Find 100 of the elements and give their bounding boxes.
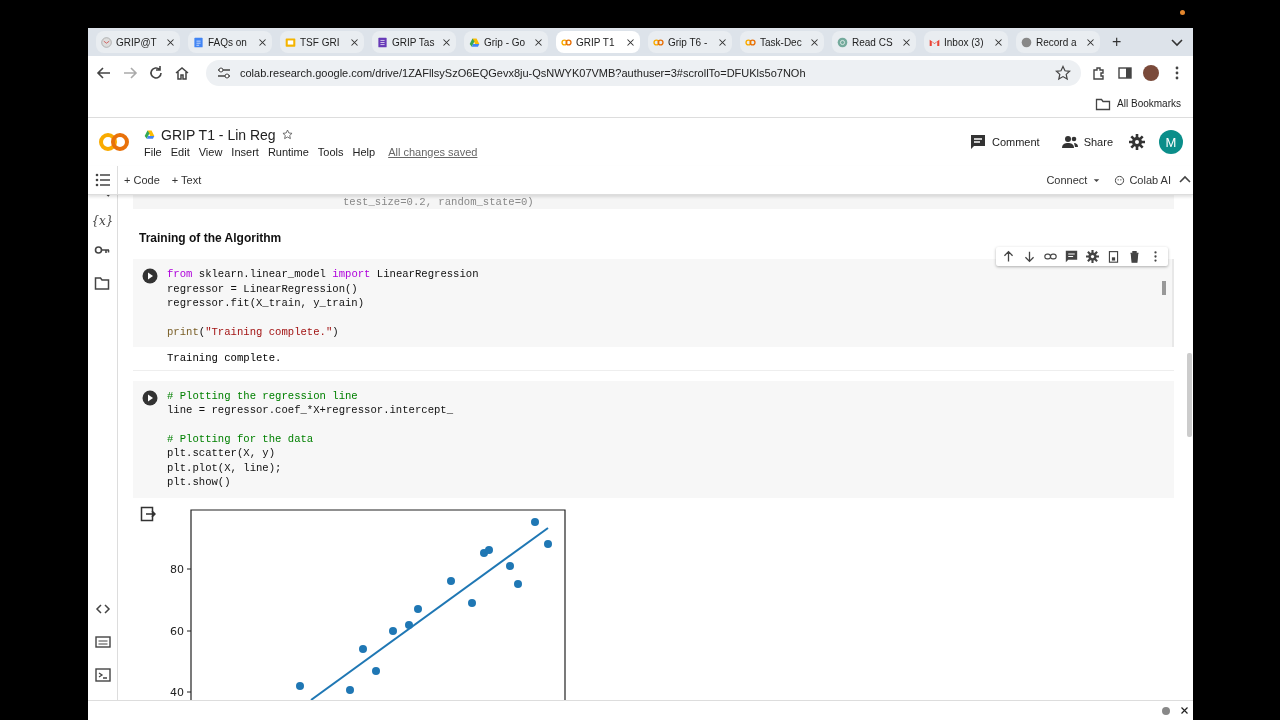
add-code-button[interactable]: + Code [118,174,166,186]
close-icon[interactable] [810,37,819,47]
close-icon[interactable] [166,37,175,47]
code-line: test_size=0.2, random_state=0) [342,195,534,210]
tick-mark [186,691,192,693]
colab-icon [653,36,664,48]
variables-button[interactable]: {x} [91,214,114,228]
puzzle-icon[interactable] [1091,65,1107,81]
run-button-icon[interactable] [142,389,158,406]
close-icon[interactable] [626,37,635,47]
code-cell[interactable]: # Plotting the regression line line = regressor.coef_*X+regressor.intercept_ # Plotting for the data plt.scatter(X, y) plt.plot(X, line); plt.show() [133,380,1174,498]
run-button-icon[interactable] [142,268,158,285]
star-icon[interactable] [1055,65,1071,81]
drive-icon [469,36,480,48]
menu-item[interactable]: File [144,145,162,158]
menu-item[interactable]: Runtime [267,145,309,158]
up-arrow-icon[interactable] [1002,250,1015,264]
browser-tab[interactable]: GRIP T1 [556,31,640,53]
mail-icon [101,36,112,48]
close-icon[interactable] [534,37,543,47]
connect-button[interactable]: Connect [1040,174,1109,186]
close-icon[interactable] [718,37,727,47]
close-icon[interactable] [1180,706,1189,715]
menu-item[interactable]: Edit [170,145,190,158]
browser-tab[interactable]: Grip - Go [464,31,548,53]
status-dot-icon [1162,706,1170,715]
slides-icon [285,36,296,48]
menu-item[interactable]: Tools [317,145,344,158]
new-tab-button[interactable]: + [1108,33,1126,51]
reload-icon[interactable] [148,65,164,81]
sparkle-face-icon [1114,174,1126,186]
code-line: plt.scatter(X, y) [167,446,276,461]
star-icon[interactable] [281,129,293,140]
browser-tab[interactable]: Grip T6 - [648,31,732,53]
document-icon [193,36,204,48]
folder-icon[interactable] [94,275,111,291]
mirror-cell-icon[interactable] [1107,250,1120,264]
scrollbar-thumb[interactable] [1187,353,1192,437]
back-arrow-icon[interactable] [96,65,112,81]
section-heading: Training of the Algorithm [138,230,283,248]
side-panel-icon[interactable] [1117,65,1133,81]
scrollbar-thumb[interactable] [1162,281,1166,296]
colab-logo[interactable] [98,131,130,153]
terminal-icon[interactable] [94,667,111,683]
close-icon[interactable] [258,37,267,47]
code-line: plt.plot(X, line); [167,460,282,476]
code-line: plt.show() [167,475,231,490]
browser-tab[interactable]: TSF GRI [280,31,364,53]
close-icon[interactable] [1086,37,1095,47]
code-line: from sklearn.linear_model import LinearRegression [167,267,479,282]
save-status-link[interactable]: All changes saved [388,145,478,158]
comment-button[interactable]: Comment [963,134,1046,150]
close-icon[interactable] [902,37,911,47]
colab-ai-button[interactable]: Colab AI [1108,174,1177,186]
tick-mark [186,630,192,632]
home-icon[interactable] [174,65,190,81]
down-arrow-icon[interactable] [1023,250,1036,264]
browser-tab[interactable]: FAQs on [188,31,272,53]
menu-item[interactable]: Insert [231,145,259,158]
settings-icon[interactable] [1086,250,1099,264]
browser-tab[interactable]: Task-Dec [740,31,824,53]
command-palette-icon[interactable] [94,634,111,650]
tick-label: 80 [170,562,184,576]
close-icon[interactable] [442,37,452,47]
browser-tab[interactable]: Record a [1016,31,1100,53]
people-icon [1061,134,1078,150]
close-icon[interactable] [350,37,359,47]
code-cell[interactable]: from sklearn.linear_model import LinearRegression regressor = LinearRegression() regressor.fit(X_train, y_train) print("Training complete.") [133,259,1174,348]
add-text-button[interactable]: + Text [165,174,208,186]
output-icon[interactable] [140,505,156,522]
code-line: # Plotting the regression line [167,388,358,404]
share-button[interactable]: Share [1055,134,1119,150]
user-avatar[interactable]: M [1159,130,1183,154]
browser-tab[interactable]: Inbox (3) [924,31,1008,53]
profile-avatar[interactable] [1143,65,1159,81]
close-icon[interactable] [994,37,1003,47]
code-line: regressor.fit(X_train, y_train) [167,296,365,311]
comment-icon[interactable] [1065,250,1078,264]
tick-label: 60 [170,624,184,638]
code-line: regressor = LinearRegression() [167,281,358,297]
chat-icon [837,36,848,48]
table-of-contents-icon[interactable] [94,172,111,188]
tick-label: 40 [170,685,184,699]
form-icon [377,36,388,48]
address-field[interactable]: colab.research.google.com/drive/1ZAFllsySzO6EQGevx8ju-QsNWYK07VMB?authuser=3#scrollTo=DFUKls5o7NOh [206,60,1081,86]
drive-icon[interactable] [144,129,155,140]
browser-tab[interactable]: Read CS [832,31,916,53]
code-line: line = regressor.coef_*X+regressor.intercept_ [167,403,454,418]
bookmarks-link[interactable]: All Bookmarks [1095,95,1181,112]
browser-tab[interactable]: GRIP@T [96,31,180,53]
trash-icon[interactable] [1128,250,1141,264]
comment-icon [969,134,986,150]
menu-item[interactable]: View [198,145,223,158]
recording-dot-icon [1180,10,1185,15]
colab-icon [561,36,572,48]
notebook-title[interactable]: GRIP T1 - Lin Reg [161,126,276,143]
menu-item[interactable]: Help [352,145,376,158]
tune-icon[interactable] [216,65,232,81]
settings-icon[interactable] [1129,134,1145,150]
browser-tab[interactable]: GRIP Tas [372,31,456,53]
